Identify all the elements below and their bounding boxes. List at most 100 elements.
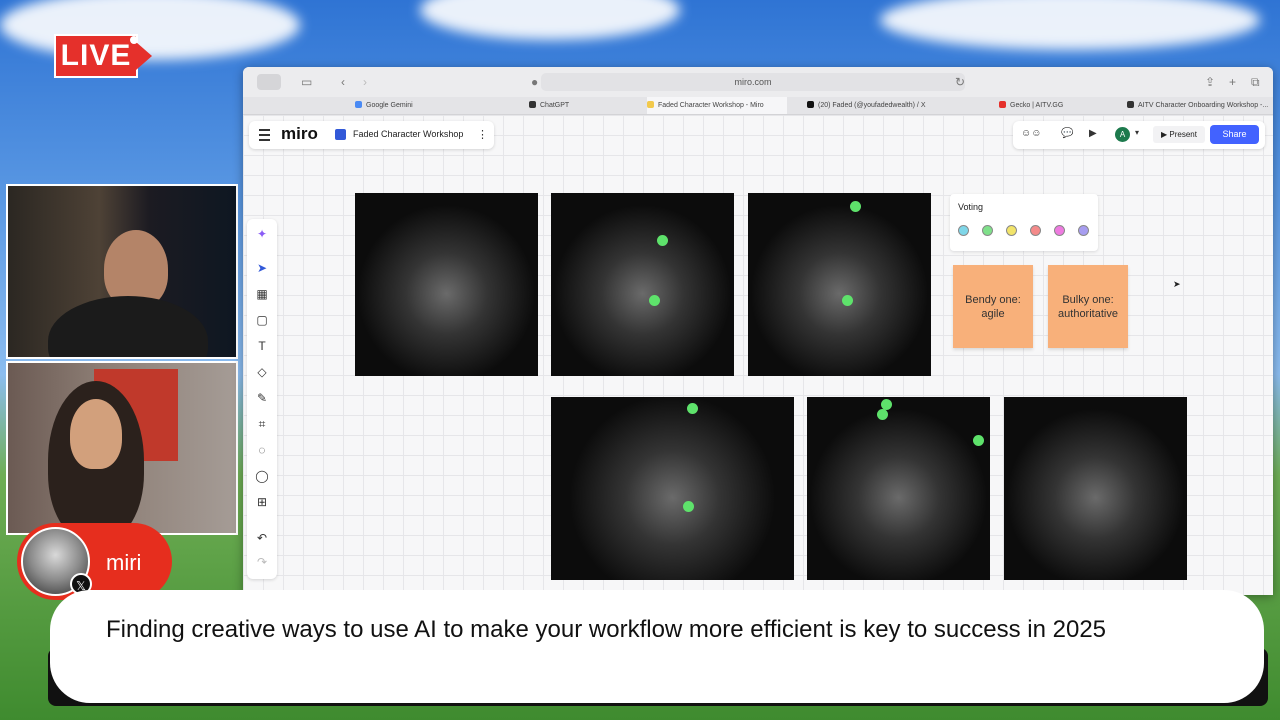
live-camera-icon <box>136 42 152 70</box>
sticky-note[interactable]: Bulky one: authoritative <box>1048 265 1128 348</box>
share-page-icon[interactable]: ⇪ <box>1205 74 1215 90</box>
tab-bar: Google Gemini ChatGPT Faded Character Wo… <box>243 97 1273 115</box>
vote-dot <box>683 501 694 512</box>
tab-overview-icon[interactable]: ▭ <box>301 74 312 90</box>
tab-label: AITV Character Onboarding Workshop -... <box>1138 102 1269 109</box>
cloud <box>880 0 1260 50</box>
vote-color-red[interactable] <box>1030 225 1041 236</box>
guest-video <box>70 399 122 469</box>
chat-bubble-icon[interactable]: ◯ <box>255 469 269 483</box>
avatar[interactable]: A <box>1115 127 1130 142</box>
template-icon[interactable]: ▦ <box>255 287 269 301</box>
sidebar-toggle-icon[interactable] <box>257 74 281 90</box>
tab-x[interactable]: (20) Faded (@youfadedwealth) / X <box>807 97 957 114</box>
live-indicator-icon <box>130 36 138 44</box>
extension-icon[interactable]: ● <box>531 74 538 90</box>
vote-dot <box>877 409 888 420</box>
vote-dot <box>657 235 668 246</box>
back-icon[interactable]: ‹ <box>341 74 345 90</box>
webcam-host <box>6 184 238 359</box>
sticky-note[interactable]: Bendy one: agile <box>953 265 1033 348</box>
speaker-name: miri <box>106 550 142 575</box>
image-content <box>807 397 990 580</box>
character-image[interactable] <box>355 193 538 376</box>
board-title[interactable]: Faded Character Workshop <box>353 129 463 139</box>
browser-window: ▭ ‹ › ● miro.com ↻ ⇪ + ⧉ Google Gemini C… <box>243 67 1273 595</box>
caption-text: Finding creative ways to use AI to make … <box>106 616 1107 643</box>
chevron-down-icon[interactable]: ▾ <box>1135 128 1139 137</box>
text-icon[interactable]: T <box>255 339 269 353</box>
collaboration-toolbar: ☺☺ 💬 ▶ A ▾ ▶ Present Share <box>1013 121 1265 149</box>
mouse-cursor-icon: ➤ <box>1173 279 1181 289</box>
board-icon <box>335 129 346 140</box>
video-call-icon[interactable]: ▶ <box>1089 128 1097 139</box>
vote-color-pink[interactable] <box>1054 225 1065 236</box>
present-button[interactable]: ▶ Present <box>1153 126 1205 143</box>
character-image[interactable] <box>551 193 734 376</box>
ai-sparkle-icon[interactable]: ✦ <box>255 227 269 241</box>
add-icon[interactable]: ⊞ <box>255 495 269 509</box>
tab-label: ChatGPT <box>540 102 570 109</box>
vote-dot <box>687 403 698 414</box>
vote-color-yellow[interactable] <box>1006 225 1017 236</box>
browser-toolbar: ▭ ‹ › ● miro.com ↻ ⇪ + ⧉ <box>243 67 1273 98</box>
gemini-icon <box>355 101 362 108</box>
tool-palette: ✦ ➤ ▦ ▢ T ◇ ✎ ⌗ ◌ ◯ ⊞ ↶ ↷ <box>247 219 277 579</box>
vote-color-purple[interactable] <box>1078 225 1089 236</box>
share-button[interactable]: Share <box>1210 125 1259 144</box>
image-content <box>551 397 794 580</box>
more-options-icon[interactable]: ⋮ <box>477 128 488 141</box>
tabs-icon[interactable]: ⧉ <box>1251 74 1260 90</box>
miro-logo: miro <box>281 124 318 143</box>
miro-canvas[interactable]: miro Faded Character Workshop ⋮ ☺☺ 💬 ▶ A… <box>243 115 1273 595</box>
tab-label: (20) Faded (@youfadedwealth) / X <box>818 102 926 109</box>
character-image[interactable] <box>807 397 990 580</box>
voting-panel: Voting <box>950 194 1098 251</box>
tab-aitv[interactable]: AITV Character Onboarding Workshop -... <box>1127 97 1273 114</box>
image-content <box>551 193 734 376</box>
image-content <box>748 193 931 376</box>
redo-icon[interactable]: ↷ <box>255 555 269 569</box>
cloud <box>420 0 680 40</box>
live-label: LIVE <box>54 34 138 78</box>
forward-icon[interactable]: › <box>363 74 367 90</box>
frame-icon[interactable]: ⌗ <box>255 417 269 431</box>
vote-dot <box>649 295 660 306</box>
reload-icon[interactable]: ↻ <box>955 74 965 90</box>
miro-icon <box>647 101 654 108</box>
shapes-icon[interactable]: ◇ <box>255 365 269 379</box>
host-body <box>48 296 208 357</box>
image-content <box>1004 397 1187 580</box>
present-label: Present <box>1169 130 1197 139</box>
comment-icon[interactable]: ◌ <box>255 443 269 457</box>
board-header: miro Faded Character Workshop ⋮ <box>249 121 494 149</box>
tab-label: Faded Character Workshop - Miro <box>658 102 764 109</box>
reactions-icon[interactable]: ☺☺ <box>1021 128 1041 139</box>
live-badge: LIVE <box>54 34 152 78</box>
vote-dot <box>842 295 853 306</box>
aitv-icon <box>1127 101 1134 108</box>
webcam-guest <box>6 361 238 535</box>
tab-miro[interactable]: Faded Character Workshop - Miro <box>647 97 787 114</box>
tab-label: Google Gemini <box>366 102 413 109</box>
character-image[interactable] <box>748 193 931 376</box>
chatgpt-icon <box>529 101 536 108</box>
new-tab-icon[interactable]: + <box>1229 74 1236 90</box>
image-content <box>355 193 538 376</box>
vote-color-cyan[interactable] <box>958 225 969 236</box>
character-image[interactable] <box>1004 397 1187 580</box>
character-image[interactable] <box>551 397 794 580</box>
sticky-note-icon[interactable]: ▢ <box>255 313 269 327</box>
tab-gemini[interactable]: Google Gemini <box>355 97 515 114</box>
address-bar[interactable]: miro.com <box>541 73 965 91</box>
menu-icon[interactable] <box>259 129 270 141</box>
caption-bar: Finding creative ways to use AI to make … <box>50 590 1264 703</box>
pen-icon[interactable]: ✎ <box>255 391 269 405</box>
vote-color-green[interactable] <box>982 225 993 236</box>
tab-gecko[interactable]: Gecko | AITV.GG <box>999 97 1119 114</box>
select-cursor-icon[interactable]: ➤ <box>255 261 269 275</box>
x-icon <box>807 101 814 108</box>
undo-icon[interactable]: ↶ <box>255 531 269 545</box>
chat-icon[interactable]: 💬 <box>1061 128 1073 139</box>
voting-title: Voting <box>958 202 984 212</box>
